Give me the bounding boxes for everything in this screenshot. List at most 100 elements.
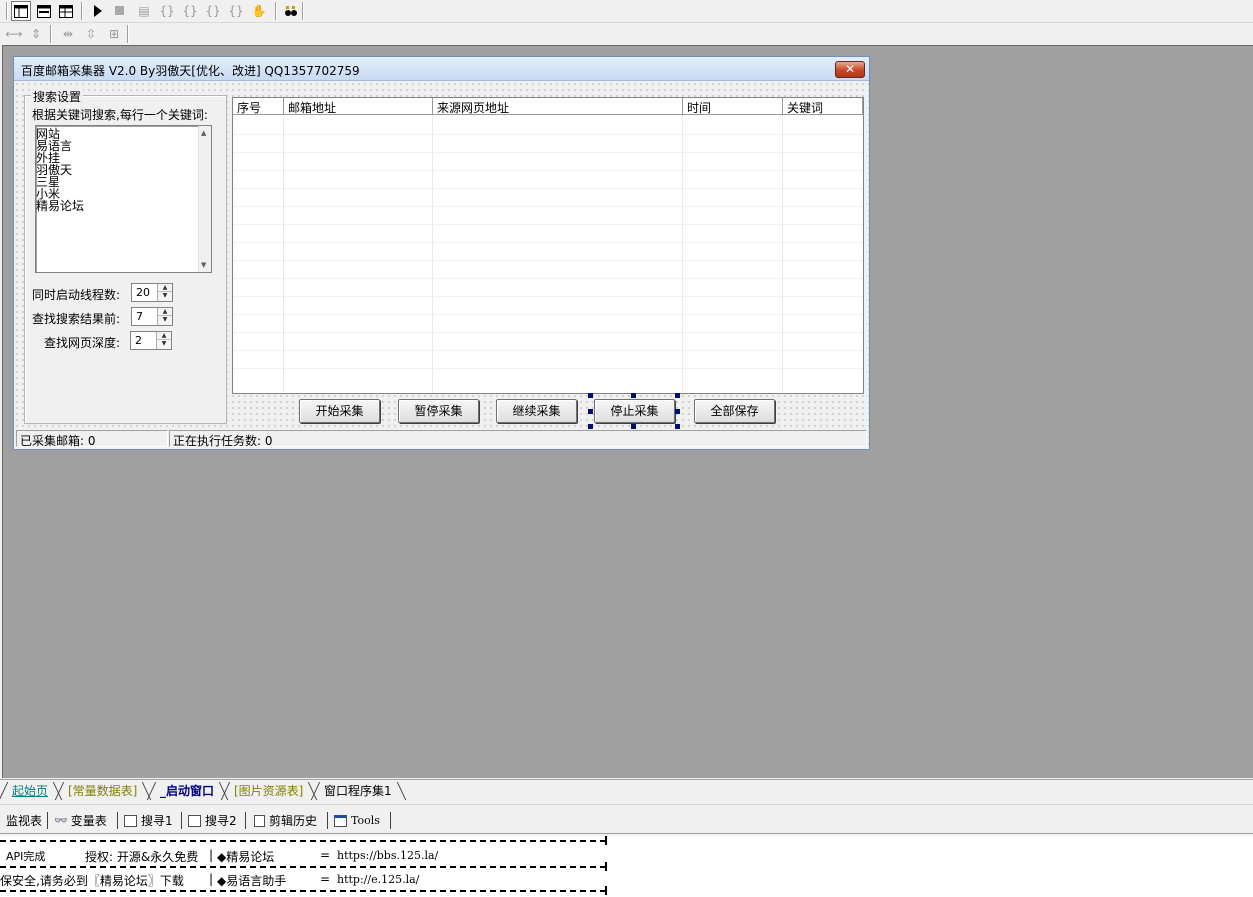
search-doc-icon [124, 815, 137, 827]
column-header-time[interactable]: 时间 [683, 98, 783, 115]
spin-up-icon[interactable]: ▲ [158, 284, 172, 292]
main-toolbar: ▤ {} {} {} {} ✋ [0, 0, 1253, 22]
pause-collect-button[interactable]: 暂停采集 [398, 399, 479, 423]
tab-search1[interactable]: 搜寻1 [124, 813, 173, 829]
tab-image-resources[interactable]: [图片资源表] [222, 782, 309, 800]
align-height-icon[interactable]: ⇕ [26, 24, 46, 44]
scroll-up-icon[interactable]: ▲ [201, 129, 206, 137]
selection-handle[interactable] [675, 409, 680, 414]
output-line2-eq: = [320, 872, 331, 886]
tab-search2-label: 搜寻2 [205, 814, 237, 828]
form-statusbar: 已采集邮箱: 0 正在执行任务数: 0 [16, 430, 868, 448]
column-header-email[interactable]: 邮箱地址 [284, 98, 433, 115]
scroll-down-icon[interactable]: ▼ [201, 261, 206, 269]
spin-down-icon[interactable]: ▼ [158, 316, 172, 324]
email-results-grid[interactable]: 序号 邮箱地址 来源网页地址 时间 关键词 [232, 97, 864, 394]
output-line1-url[interactable]: https://bbs.125.la/ [337, 849, 438, 862]
glasses-icon: 👓 [54, 814, 68, 827]
spin-up-icon[interactable]: ▲ [157, 332, 171, 340]
tab-start-page[interactable]: 起始页 [0, 782, 54, 800]
tab-clip-history-label: 剪辑历史 [269, 814, 318, 828]
run-icon[interactable] [88, 1, 108, 21]
selection-handle[interactable] [631, 424, 636, 429]
column-header-index[interactable]: 序号 [233, 98, 284, 115]
tab-startup-window[interactable]: _启动窗口 [148, 782, 220, 800]
selection-handle[interactable] [675, 424, 680, 429]
tab-window-assembly[interactable]: 窗口程序集1 [312, 782, 398, 800]
results-spinner[interactable]: 7 ▲ ▼ [131, 307, 173, 326]
step-icon[interactable]: ▤ [134, 1, 154, 21]
form-title: 百度邮箱采集器 V2.0 By羽傲天[优化、改进] QQ1357702759 [21, 64, 360, 78]
center-icon[interactable]: ⊞ [104, 24, 124, 44]
depth-spinner[interactable]: 2 ▲ ▼ [130, 331, 172, 350]
clipboard-icon [254, 815, 265, 827]
find-icon[interactable] [281, 1, 301, 21]
tab-tools[interactable]: Tools [334, 813, 380, 829]
window-split-icon[interactable] [56, 1, 76, 21]
output-line1-left: API完成 [6, 850, 46, 863]
keyword-prompt: 根据关键词搜索,每行一个关键词: [32, 108, 208, 122]
selection-handle[interactable] [588, 393, 593, 398]
window-list-icon[interactable] [34, 1, 54, 21]
tab-variables-label: 变量表 [70, 814, 107, 828]
space-vertical-icon[interactable]: ⇳ [81, 24, 101, 44]
tab-watch-label: 监视表 [6, 814, 43, 828]
results-label: 查找搜索结果前: [32, 312, 121, 326]
tab-watch[interactable]: 监视表 [6, 813, 42, 829]
threads-spinner[interactable]: 20 ▲ ▼ [131, 283, 173, 302]
space-horizontal-icon[interactable]: ⇹ [58, 24, 78, 44]
resume-collect-button[interactable]: 继续采集 [496, 399, 577, 423]
tab-tools-label: Tools [351, 814, 380, 827]
output-line1-eq: = [320, 848, 331, 862]
spin-down-icon[interactable]: ▼ [157, 340, 171, 348]
output-line2-url[interactable]: http://e.125.la/ [337, 873, 419, 886]
window-icon [334, 815, 347, 827]
column-header-keyword[interactable]: 关键词 [783, 98, 863, 115]
stop-icon[interactable] [110, 1, 130, 21]
keyword-item: 精易论坛 [36, 199, 85, 213]
step-into-icon[interactable]: {} [157, 1, 177, 21]
output-line1-license: 授权: 开源&永久免费 [85, 850, 199, 864]
output-bar: | [209, 872, 214, 886]
selection-handle[interactable] [631, 393, 636, 398]
search-settings-title: 搜索设置 [31, 88, 84, 105]
tab-clip-history[interactable]: 剪辑历史 [254, 813, 317, 829]
output-line2-name: ◆易语言助手 [217, 874, 287, 888]
threads-value: 20 [136, 286, 150, 299]
spin-down-icon[interactable]: ▼ [158, 292, 172, 300]
tab-variables[interactable]: 👓 变量表 [54, 813, 107, 829]
window-layout-icon[interactable] [11, 1, 31, 21]
panel-tab-bar: 监视表 👓 变量表 搜寻1 搜寻2 剪辑历史 Tools [0, 804, 1253, 834]
run-to-cursor-icon[interactable]: {} [226, 1, 246, 21]
step-out-icon[interactable]: {} [203, 1, 223, 21]
depth-value: 2 [135, 334, 142, 347]
selection-handle[interactable] [675, 393, 680, 398]
close-icon[interactable]: ✕ [835, 61, 865, 78]
hand-icon[interactable]: ✋ [249, 1, 269, 21]
form-window[interactable]: 百度邮箱采集器 V2.0 By羽傲天[优化、改进] QQ1357702759 ✕… [13, 56, 870, 450]
output-bar: | [209, 848, 214, 862]
spin-up-icon[interactable]: ▲ [158, 308, 172, 316]
start-collect-button[interactable]: 开始采集 [299, 399, 380, 423]
align-width-icon[interactable]: ⟷ [4, 24, 24, 44]
selection-handle[interactable] [588, 424, 593, 429]
step-over-icon[interactable]: {} [180, 1, 200, 21]
form-titlebar[interactable]: 百度邮箱采集器 V2.0 By羽傲天[优化、改进] QQ1357702759 ✕ [14, 57, 869, 81]
output-line2-left: 保安全,请务必到〖精易论坛〗下载 [0, 874, 184, 888]
output-panel[interactable]: API完成 授权: 开源&永久免费 | ◆精易论坛 = https://bbs.… [0, 836, 1253, 897]
depth-label: 查找网页深度: [44, 336, 121, 350]
search-doc-icon [188, 815, 201, 827]
column-header-source-url[interactable]: 来源网页地址 [433, 98, 683, 115]
tab-constants[interactable]: [常量数据表] [56, 782, 143, 800]
selection-handle[interactable] [588, 409, 593, 414]
results-value: 7 [136, 310, 143, 323]
threads-label: 同时启动线程数: [32, 288, 121, 302]
stop-collect-button[interactable]: 停止采集 [594, 399, 675, 423]
tab-search1-label: 搜寻1 [141, 814, 173, 828]
keyword-scrollbar[interactable]: ▲ ▼ [198, 126, 211, 272]
status-tasks: 正在执行任务数: 0 [169, 430, 867, 448]
align-toolbar: ⟷ ⇕ ⇹ ⇳ ⊞ [0, 22, 1253, 44]
tab-search2[interactable]: 搜寻2 [188, 813, 237, 829]
keyword-textbox[interactable]: 网站 易语言 外挂 羽傲天 三星 小米 精易论坛 ▲ ▼ [35, 125, 212, 273]
save-all-button[interactable]: 全部保存 [694, 399, 775, 423]
